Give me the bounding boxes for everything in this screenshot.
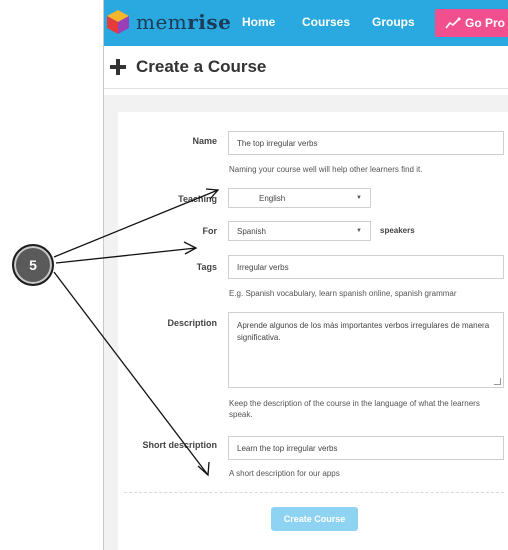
create-course-button[interactable]: Create Course bbox=[271, 507, 358, 531]
nav-groups-link[interactable]: Groups bbox=[372, 15, 415, 29]
for-label: For bbox=[202, 226, 218, 236]
description-help-text: Keep the description of the course in th… bbox=[229, 399, 480, 419]
short-description-input[interactable]: Learn the top irregular verbs bbox=[228, 436, 504, 460]
name-input[interactable]: The top irregular verbs bbox=[228, 131, 504, 155]
logo-text-suffix: rise bbox=[187, 10, 232, 34]
teaching-select[interactable]: English ▼ bbox=[228, 188, 371, 208]
tags-input-value: Irregular verbs bbox=[237, 262, 289, 272]
for-select[interactable]: Spanish ▼ bbox=[228, 221, 371, 241]
chevron-down-icon: ▼ bbox=[356, 195, 362, 201]
short-description-label: Short description bbox=[142, 440, 217, 450]
top-navbar: memrise Home Courses Groups Go Pro bbox=[104, 0, 508, 46]
short-description-input-value: Learn the top irregular verbs bbox=[237, 443, 338, 453]
resize-handle-icon[interactable] bbox=[494, 378, 501, 385]
teaching-label: Teaching bbox=[178, 194, 217, 204]
memrise-logo-text[interactable]: memrise bbox=[136, 10, 231, 34]
tags-label: Tags bbox=[196, 262, 217, 272]
teaching-select-value: English bbox=[259, 193, 286, 203]
short-description-help-text: A short description for our apps bbox=[229, 469, 340, 478]
description-textarea-value: Aprende algunos de los más importantes v… bbox=[237, 321, 490, 342]
for-select-value: Spanish bbox=[237, 226, 266, 236]
nav-courses-link[interactable]: Courses bbox=[302, 15, 350, 29]
chart-trend-icon bbox=[445, 17, 461, 29]
nav-home-link[interactable]: Home bbox=[242, 15, 275, 29]
name-label: Name bbox=[192, 136, 217, 146]
title-divider bbox=[104, 88, 508, 89]
chevron-down-icon: ▼ bbox=[356, 228, 362, 234]
go-pro-button[interactable]: Go Pro bbox=[435, 9, 508, 37]
page-header: Create a Course bbox=[110, 57, 266, 77]
description-label: Description bbox=[167, 318, 217, 328]
speakers-label: speakers bbox=[380, 226, 415, 235]
go-pro-label: Go Pro bbox=[465, 16, 506, 30]
tags-input[interactable]: Irregular verbs bbox=[228, 255, 504, 279]
name-input-value: The top irregular verbs bbox=[237, 138, 318, 148]
step-number-badge: 5 bbox=[12, 244, 54, 286]
memrise-logo-icon[interactable] bbox=[107, 10, 129, 34]
name-help-text: Naming your course well will help other … bbox=[229, 165, 423, 174]
form-divider bbox=[124, 492, 504, 493]
description-textarea[interactable]: Aprende algunos de los más importantes v… bbox=[228, 312, 504, 388]
logo-text-prefix: mem bbox=[136, 10, 188, 34]
page-title: Create a Course bbox=[136, 57, 267, 76]
tags-help-text: E.g. Spanish vocabulary, learn spanish o… bbox=[229, 289, 457, 298]
plus-icon bbox=[110, 59, 126, 75]
